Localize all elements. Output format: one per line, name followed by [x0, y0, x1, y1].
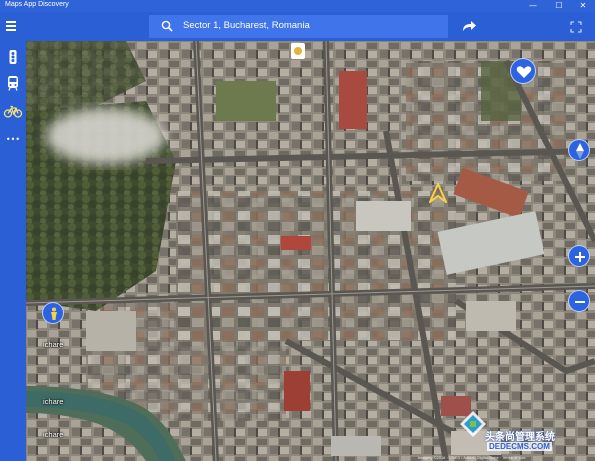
left-rail: •••	[0, 41, 26, 461]
fullscreen-icon[interactable]	[570, 21, 582, 33]
minimize-button[interactable]: —	[521, 0, 545, 12]
window-title: Maps App Discovery	[5, 1, 69, 8]
search-icon	[161, 20, 173, 32]
compass-icon	[576, 143, 584, 159]
title-bar: Maps App Discovery — ☐ ✕	[0, 0, 595, 12]
location-marker-icon	[429, 183, 447, 203]
watermark-domain: DEDECMS.COM	[487, 442, 552, 451]
watermark-text: 头条尚管理系统	[485, 432, 555, 443]
favorite-button[interactable]	[510, 58, 536, 84]
traffic-icon[interactable]	[3, 48, 23, 66]
zoom-in-button[interactable]	[568, 245, 590, 267]
app-window: Maps App Discovery — ☐ ✕ Sector 1, Bucha…	[0, 0, 595, 461]
close-button[interactable]: ✕	[571, 0, 595, 12]
zoom-out-icon	[575, 301, 585, 303]
favorite-icon	[516, 66, 532, 78]
maximize-button[interactable]: ☐	[547, 0, 571, 12]
zoom-in-icon	[575, 252, 585, 262]
street-label: ichare	[43, 397, 64, 406]
map-credit: Imagery ©2016 · CNES / Airbus, DigitalGl…	[418, 455, 526, 460]
transit-icon[interactable]	[3, 74, 23, 92]
street-label: ichare	[43, 430, 64, 439]
watermark-logo	[460, 411, 486, 437]
map-view[interactable]: ichare ichare ichare	[26, 41, 595, 461]
bike-icon[interactable]	[3, 102, 23, 120]
zoom-out-button[interactable]	[568, 290, 590, 312]
streetside-button[interactable]	[42, 302, 64, 324]
compass-button[interactable]	[568, 139, 590, 161]
person-icon	[51, 307, 57, 320]
poi-icon[interactable]	[291, 43, 305, 59]
satellite-imagery	[26, 41, 595, 461]
menu-icon[interactable]	[6, 20, 18, 31]
more-icon[interactable]: •••	[3, 131, 23, 149]
street-label: ichare	[43, 340, 64, 349]
share-icon[interactable]	[461, 19, 477, 33]
search-box[interactable]: Sector 1, Bucharest, Romania	[149, 15, 448, 38]
toolbar: Sector 1, Bucharest, Romania	[0, 12, 595, 41]
search-input[interactable]: Sector 1, Bucharest, Romania	[183, 20, 310, 31]
